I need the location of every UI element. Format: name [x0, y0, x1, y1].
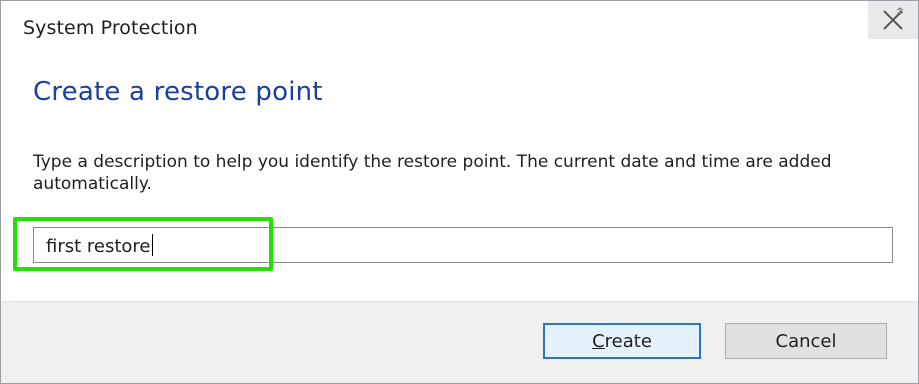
close-icon — [880, 7, 906, 33]
description-text: Type a description to help you identify … — [33, 152, 832, 194]
highlight-box — [13, 217, 273, 271]
cancel-button[interactable]: Cancel — [725, 323, 887, 359]
create-button[interactable]: Create — [543, 323, 701, 359]
page-heading: Create a restore point — [33, 77, 323, 107]
create-button-accelerator: C — [592, 330, 605, 352]
cancel-button-label: Cancel — [775, 330, 837, 352]
system-protection-dialog: System Protection Create a restore point… — [0, 0, 919, 384]
window-title: System Protection — [23, 17, 198, 39]
title-bar: System Protection — [1, 1, 918, 57]
create-button-label: reate — [604, 330, 652, 352]
close-button[interactable] — [868, 1, 918, 39]
